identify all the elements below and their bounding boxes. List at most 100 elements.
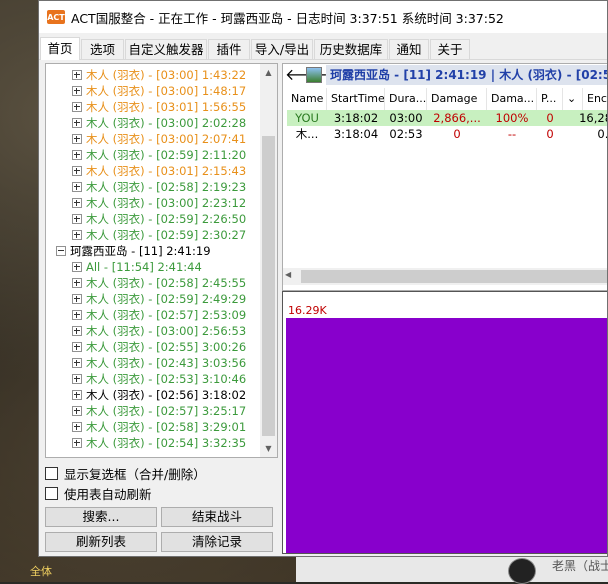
tree-item-selected[interactable]: 木人 (羽衣) - [02:56] 3:18:02 — [72, 387, 246, 403]
tree-item[interactable]: 木人 (羽衣) - [03:01] 2:15:43 — [72, 163, 246, 179]
cell-enc: 16,289. — [579, 111, 607, 125]
expand-icon[interactable] — [72, 325, 82, 336]
chat-contact-name[interactable]: 老黑（战士 — [552, 557, 608, 574]
tree-item[interactable]: 木人 (羽衣) - [03:00] 1:48:17 — [72, 83, 246, 99]
tab-plugins[interactable]: 插件 — [208, 39, 250, 59]
column-header[interactable]: P... — [537, 88, 563, 110]
tab-notifications[interactable]: 通知 — [389, 39, 429, 59]
tree-item[interactable]: 木人 (羽衣) - [02:43] 3:03:56 — [72, 355, 246, 371]
act-app-icon: ACT — [47, 10, 65, 24]
title-bar[interactable]: ACT ACT国服整合 - 正在工作 - 珂露西亚岛 - 日志时间 3:37:5… — [39, 1, 607, 33]
expand-icon[interactable] — [72, 421, 82, 432]
expand-icon[interactable] — [72, 133, 82, 144]
tree-item[interactable]: 木人 (羽衣) - [03:00] 2:07:41 — [72, 131, 246, 147]
tree-item[interactable]: 木人 (羽衣) - [02:58] 3:29:01 — [72, 419, 246, 435]
refresh-list-button[interactable]: 刷新列表 — [45, 532, 157, 552]
tree-item[interactable]: 木人 (羽衣) - [02:53] 3:10:46 — [72, 371, 246, 387]
avatar[interactable] — [508, 558, 536, 584]
expand-icon[interactable] — [72, 277, 82, 288]
column-header[interactable]: Dama... — [487, 88, 537, 110]
expand-icon[interactable] — [72, 101, 82, 112]
expand-icon[interactable] — [72, 389, 82, 400]
back-arrow-icon[interactable]: 🡐 — [285, 66, 328, 84]
auto-refresh-option[interactable]: 使用表自动刷新 — [45, 484, 152, 502]
expand-icon[interactable] — [72, 437, 82, 448]
tab-history-database[interactable]: 历史数据库 — [314, 39, 388, 59]
expand-icon[interactable] — [72, 261, 82, 272]
cell-p: 0 — [546, 127, 554, 141]
cell-duration: 03:00 — [389, 111, 423, 125]
tree-item[interactable]: 木人 (羽衣) - [02:57] 2:53:09 — [72, 307, 246, 323]
column-header[interactable]: StartTime — [327, 88, 385, 110]
column-header[interactable]: Name — [287, 88, 327, 110]
tree-item[interactable]: All - [11:54] 2:41:44 — [72, 259, 202, 275]
table-hscrollbar[interactable]: ◀ — [283, 268, 607, 285]
dps-graph: 16.29K — [282, 291, 607, 554]
scroll-left-icon[interactable]: ◀ — [285, 270, 291, 279]
column-header[interactable]: Enc — [583, 88, 607, 110]
clear-records-button[interactable]: 清除记录 — [161, 532, 273, 552]
scroll-down-icon[interactable]: ▼ — [260, 440, 277, 457]
expand-icon[interactable] — [72, 357, 82, 368]
act-window: ACT ACT国服整合 - 正在工作 - 珂露西亚岛 - 日志时间 3:37:5… — [38, 0, 608, 557]
expand-icon[interactable] — [72, 229, 82, 240]
cell-duration: 02:53 — [389, 127, 423, 141]
show-checkbox-option[interactable]: 显示复选框（合并/删除） — [45, 464, 206, 482]
tree-item[interactable]: 木人 (羽衣) - [02:58] 2:19:23 — [72, 179, 246, 195]
cell-start: 3:18:02 — [333, 111, 379, 125]
tree-item[interactable]: 木人 (羽衣) - [03:00] 2:02:28 — [72, 115, 246, 131]
scroll-thumb[interactable] — [262, 136, 275, 436]
combatant-table[interactable]: Name StartTime Dura... Damage Dama... P.… — [287, 88, 607, 270]
expand-icon[interactable] — [72, 293, 82, 304]
expand-icon[interactable] — [72, 197, 82, 208]
end-combat-button[interactable]: 结束战斗 — [161, 507, 273, 527]
expand-icon[interactable] — [72, 117, 82, 128]
column-header[interactable]: Dura... — [385, 88, 427, 110]
expand-icon[interactable] — [72, 341, 82, 352]
expand-icon[interactable] — [72, 85, 82, 96]
search-button[interactable]: 搜索... — [45, 507, 157, 527]
graph-max-label: 16.29K — [288, 304, 327, 317]
tree-item[interactable]: 木人 (羽衣) - [02:57] 3:25:17 — [72, 403, 246, 419]
tab-about[interactable]: 关于 — [430, 39, 470, 59]
tree-item[interactable]: 木人 (羽衣) - [02:59] 2:11:20 — [72, 147, 246, 163]
expand-icon[interactable] — [72, 181, 82, 192]
hscroll-thumb[interactable] — [301, 270, 607, 283]
expand-icon[interactable] — [72, 309, 82, 320]
expand-icon[interactable] — [72, 165, 82, 176]
tab-options[interactable]: 选项 — [81, 39, 124, 59]
tree-item[interactable]: 木人 (羽衣) - [03:01] 1:56:55 — [72, 99, 246, 115]
tree-item[interactable]: 木人 (羽衣) - [02:59] 2:49:29 — [72, 291, 246, 307]
tree-scrollbar[interactable]: ▲ ▼ — [260, 64, 277, 457]
tree-item[interactable]: 木人 (羽衣) - [02:59] 2:26:50 — [72, 211, 246, 227]
column-header[interactable]: Damage — [427, 88, 487, 110]
tab-home[interactable]: 首页 — [40, 37, 80, 60]
tree-item[interactable]: 木人 (羽衣) - [02:54] 3:32:35 — [72, 435, 246, 451]
tree-item[interactable]: 木人 (羽衣) - [03:00] 2:56:53 — [72, 323, 246, 339]
window-title: ACT国服整合 - 正在工作 - 珂露西亚岛 - 日志时间 3:37:51 系统… — [71, 10, 504, 26]
cell-name: 木... — [295, 127, 319, 141]
tree-item[interactable]: 木人 (羽衣) - [02:59] 2:30:27 — [72, 227, 246, 243]
expand-icon[interactable] — [72, 69, 82, 80]
game-chat-tab[interactable]: 全体 — [30, 563, 52, 579]
collapse-icon[interactable] — [56, 245, 66, 256]
auto-refresh-checkbox[interactable] — [45, 486, 58, 500]
picture-icon[interactable] — [306, 67, 322, 83]
tree-item[interactable]: 木人 (羽衣) - [03:00] 2:23:12 — [72, 195, 246, 211]
scroll-up-icon[interactable]: ▲ — [260, 64, 277, 81]
tab-import-export[interactable]: 导入/导出 — [251, 39, 313, 59]
expand-icon[interactable] — [72, 149, 82, 160]
expand-icon[interactable] — [72, 405, 82, 416]
encounter-tree[interactable]: 木人 (羽衣) - [03:00] 1:43:22 木人 (羽衣) - [03:… — [45, 63, 278, 458]
tree-item[interactable]: 木人 (羽衣) - [03:00] 1:43:22 — [72, 67, 246, 83]
cell-enc: 0.00 — [597, 127, 607, 141]
tree-item[interactable]: 木人 (羽衣) - [02:58] 2:45:55 — [72, 275, 246, 291]
tab-custom-triggers[interactable]: 自定义触发器 — [125, 39, 207, 59]
tree-item[interactable]: 木人 (羽衣) - [02:55] 3:00:26 — [72, 339, 246, 355]
sort-chevron-icon[interactable]: ⌄ — [563, 88, 583, 110]
tree-zone-node[interactable]: 珂露西亚岛 - [11] 2:41:19 — [56, 243, 211, 259]
show-checkbox-checkbox[interactable] — [45, 466, 58, 480]
encounter-title: 珂露西亚岛 - [11] 2:41:19 | 木人 (羽衣) - [02:56]… — [326, 65, 607, 85]
expand-icon[interactable] — [72, 373, 82, 384]
expand-icon[interactable] — [72, 213, 82, 224]
